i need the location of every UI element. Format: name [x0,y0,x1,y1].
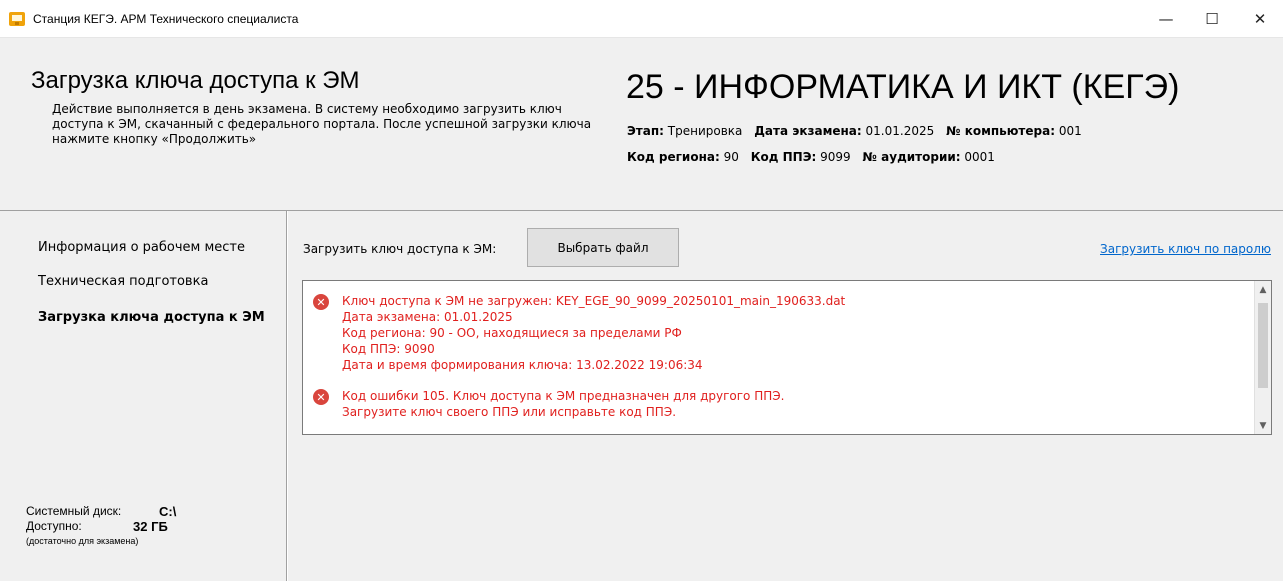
message-line: Дата и время формирования ключа: 13.02.2… [342,358,703,372]
close-button[interactable]: ✕ [1237,0,1283,38]
stage-label: Этап: [627,124,664,138]
computer-label: № компьютера: [946,124,1056,138]
system-disk-value: C:\ [159,504,177,519]
free-space-row: Доступно: 32 ГБ [26,519,168,534]
minimize-button[interactable]: — [1143,0,1189,38]
stage-value: Тренировка [667,124,743,138]
load-key-label: Загрузить ключ доступа к ЭМ: [303,242,497,256]
error-message-1: Ключ доступа к ЭМ не загружен: KEY_EGE_9… [342,293,845,373]
free-space-label: Доступно: [26,519,82,533]
exam-date-value: 01.01.2025 [865,124,935,138]
room-value: 0001 [964,150,995,164]
sidebar-item-key-loading[interactable]: Загрузка ключа доступа к ЭМ [38,310,265,325]
window-title: Станция КЕГЭ. АРМ Технического специалис… [33,12,299,26]
load-by-password-link[interactable]: Загрузить ключ по паролю [1100,242,1271,256]
error-message-2: Код ошибки 105. Ключ доступа к ЭМ предна… [342,388,784,420]
page-description: Действие выполняется в день экзамена. В … [52,102,592,146]
vertical-scrollbar[interactable]: ▲ ▼ [1254,281,1271,434]
system-disk-row: Системный диск: C:\ [26,504,176,519]
region-value: 90 [723,150,739,164]
sidebar-item-workplace-info[interactable]: Информация о рабочем месте [38,240,245,255]
message-line: Код ППЭ: 9090 [342,342,435,356]
message-log[interactable]: ✕ Ключ доступа к ЭМ не загружен: KEY_EGE… [302,280,1272,435]
subject-title: 25 - ИНФОРМАТИКА И ИКТ (КЕГЭ) [626,68,1180,106]
computer-value: 001 [1058,124,1082,138]
error-icon: ✕ [313,389,329,405]
region-label: Код региона: [627,150,720,164]
scroll-up-icon[interactable]: ▲ [1255,281,1271,298]
scroll-down-icon[interactable]: ▼ [1255,417,1271,434]
ppe-value: 9099 [820,150,851,164]
exam-meta-row-1: Этап: Тренировка Дата экзамена: 01.01.20… [627,124,1090,138]
title-bar: Станция КЕГЭ. АРМ Технического специалис… [0,0,1283,38]
free-space-note: (достаточно для экзамена) [26,536,139,546]
header-panel: Загрузка ключа доступа к ЭМ Действие вып… [0,38,1283,210]
message-line: Дата экзамена: 01.01.2025 [342,310,513,324]
main-panel: Загрузить ключ доступа к ЭМ: Выбрать фай… [288,211,1283,581]
exam-meta-row-2: Код региона: 90 Код ППЭ: 9099 № аудитори… [627,150,1003,164]
scroll-thumb[interactable] [1258,303,1268,388]
sidebar-item-tech-preparation[interactable]: Техническая подготовка [38,274,208,289]
sidebar: Информация о рабочем месте Техническая п… [0,211,287,581]
message-line: Код ошибки 105. Ключ доступа к ЭМ предна… [342,389,785,403]
app-icon [9,12,25,26]
system-disk-label: Системный диск: [26,504,122,518]
message-line: Код региона: 90 - ОО, находящиеся за пре… [342,326,682,340]
ppe-label: Код ППЭ: [750,150,817,164]
exam-date-label: Дата экзамена: [754,124,862,138]
free-space-value: 32 ГБ [133,519,168,534]
room-label: № аудитории: [862,150,961,164]
choose-file-button[interactable]: Выбрать файл [527,228,679,267]
error-icon: ✕ [313,294,329,310]
maximize-button[interactable]: ☐ [1189,0,1235,38]
page-title: Загрузка ключа доступа к ЭМ [31,67,360,94]
message-line: Ключ доступа к ЭМ не загружен: KEY_EGE_9… [342,294,846,308]
message-line: Загрузите ключ своего ППЭ или исправьте … [342,405,677,419]
